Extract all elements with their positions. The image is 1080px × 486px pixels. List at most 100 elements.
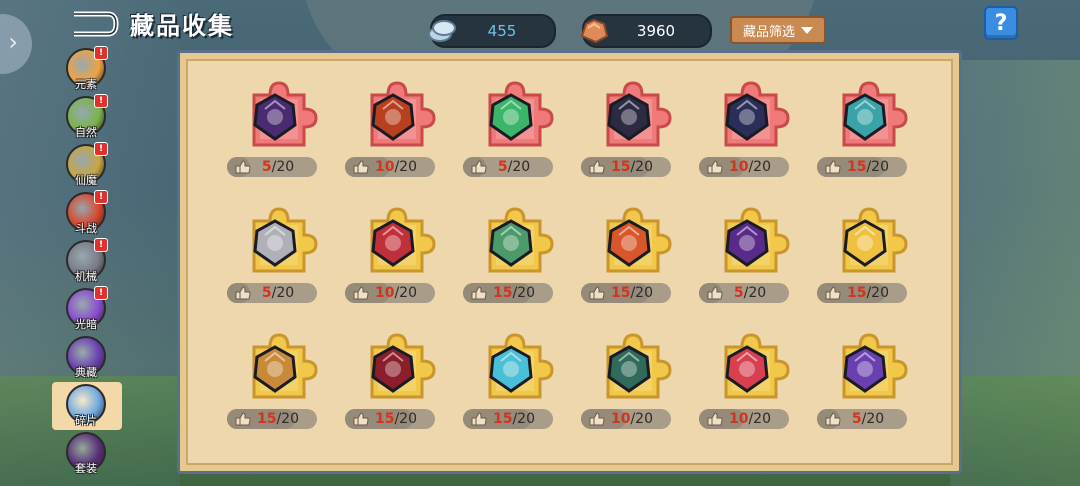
fragment-total: /20 bbox=[748, 411, 771, 427]
jade-sword-icon bbox=[485, 91, 537, 143]
currency-ore: 3960 bbox=[580, 14, 712, 48]
fragment-total: /20 bbox=[271, 285, 295, 301]
treasure-box-icon bbox=[249, 343, 301, 395]
ore-amount: 3960 bbox=[636, 22, 676, 40]
fragment-count: 10 bbox=[374, 285, 395, 301]
sun-crest-icon bbox=[839, 217, 891, 269]
fragment-count: 10 bbox=[728, 411, 749, 427]
fragment-total: /20 bbox=[866, 159, 889, 175]
collection-filter-button[interactable]: 藏品筛选 bbox=[730, 16, 826, 44]
page-title: 藏品收集 bbox=[130, 12, 234, 40]
sidebar-item-5[interactable]: 光暗! bbox=[52, 286, 122, 334]
sidebar-item-3[interactable]: 斗战! bbox=[52, 190, 122, 238]
fragment-progress-bar: 15/20 bbox=[345, 409, 435, 429]
fragment-count: 15 bbox=[610, 159, 631, 175]
fragment-count: 15 bbox=[256, 411, 277, 427]
sidebar-item-label: 典藏 bbox=[75, 366, 97, 379]
fragment-progress-bar: 10/20 bbox=[699, 409, 789, 429]
fragment-total: /20 bbox=[394, 159, 417, 175]
collection-grid: 5/20 10/20 5/20 15/20 10/20 15/20 5/20 10/20 15/… bbox=[216, 73, 926, 463]
progress-text: 5/20 bbox=[227, 159, 317, 175]
fragment-total: /20 bbox=[861, 411, 885, 427]
collection-item[interactable]: 15/20 bbox=[334, 325, 452, 451]
collection-item[interactable]: 5/20 bbox=[806, 325, 924, 451]
fragment-count: 15 bbox=[492, 411, 513, 427]
help-button[interactable]: ? bbox=[984, 6, 1018, 40]
fragment-progress-bar: 10/20 bbox=[345, 157, 435, 177]
fragment-progress-bar: 10/20 bbox=[699, 157, 789, 177]
fragment-total: /20 bbox=[276, 411, 299, 427]
dark-tome-icon bbox=[249, 91, 301, 143]
progress-text: 5/20 bbox=[463, 159, 553, 175]
compass-shield-icon bbox=[839, 91, 891, 143]
sidebar-item-6[interactable]: 典藏 bbox=[52, 334, 122, 382]
fragment-total: /20 bbox=[507, 159, 531, 175]
sidebar-item-label: 仙魔 bbox=[75, 174, 97, 187]
fire-amulet-icon bbox=[367, 91, 419, 143]
collection-item[interactable]: 10/20 bbox=[334, 73, 452, 199]
fragment-progress-bar: 5/20 bbox=[227, 157, 317, 177]
sidebar-item-label: 碎片 bbox=[75, 414, 97, 427]
fragment-total: /20 bbox=[512, 411, 535, 427]
ice-crystal-icon bbox=[485, 343, 537, 395]
collection-item[interactable]: 5/20 bbox=[216, 73, 334, 199]
fragment-progress-bar: 15/20 bbox=[463, 283, 553, 303]
beast-skull-icon bbox=[367, 217, 419, 269]
collection-item[interactable]: 10/20 bbox=[334, 199, 452, 325]
fragment-count: 15 bbox=[846, 159, 867, 175]
fragment-progress-bar: 5/20 bbox=[227, 283, 317, 303]
fragment-count: 5 bbox=[261, 159, 272, 175]
fragment-total: /20 bbox=[866, 285, 889, 301]
collection-item[interactable]: 15/20 bbox=[216, 325, 334, 451]
sidebar-item-1[interactable]: 自然! bbox=[52, 94, 122, 142]
sidebar-item-0[interactable]: 元素! bbox=[52, 46, 122, 94]
collection-item[interactable]: 15/20 bbox=[570, 199, 688, 325]
progress-text: 15/20 bbox=[817, 159, 907, 175]
fragment-total: /20 bbox=[394, 285, 417, 301]
chevron-right-icon: › bbox=[8, 28, 18, 56]
crossed-blades-icon bbox=[839, 343, 891, 395]
fragment-count: 10 bbox=[610, 411, 631, 427]
fragment-count: 15 bbox=[610, 285, 631, 301]
mech-drill-icon bbox=[721, 91, 773, 143]
collection-item[interactable]: 10/20 bbox=[688, 73, 806, 199]
fragment-count: 10 bbox=[728, 159, 749, 175]
progress-text: 15/20 bbox=[345, 411, 435, 427]
crimson-orb-icon bbox=[367, 343, 419, 395]
fragment-progress-bar: 10/20 bbox=[581, 409, 671, 429]
alert-badge: ! bbox=[94, 94, 108, 108]
sidebar-item-2[interactable]: 仙魔! bbox=[52, 142, 122, 190]
fragment-count: 5 bbox=[497, 159, 508, 175]
sidebar-item-8[interactable]: 套装 bbox=[52, 430, 122, 478]
filter-label: 藏品筛选 bbox=[742, 24, 795, 40]
alert-badge: ! bbox=[94, 142, 108, 156]
sidebar-item-7[interactable]: 碎片 bbox=[52, 382, 122, 430]
category-sidebar: 元素! 自然! 仙魔! 斗战! 机械! 光暗! 典藏 碎片 套装 bbox=[52, 46, 122, 478]
fragment-total: /20 bbox=[512, 285, 535, 301]
dragon-helm-icon bbox=[485, 217, 537, 269]
back-button[interactable] bbox=[70, 10, 120, 38]
collection-item[interactable]: 15/20 bbox=[452, 325, 570, 451]
collection-item[interactable]: 10/20 bbox=[570, 325, 688, 451]
progress-text: 5/20 bbox=[227, 285, 317, 301]
collection-item[interactable]: 10/20 bbox=[688, 325, 806, 451]
collection-item[interactable]: 15/20 bbox=[452, 199, 570, 325]
alert-badge: ! bbox=[94, 190, 108, 204]
fragment-total: /20 bbox=[748, 159, 771, 175]
fragment-progress-bar: 15/20 bbox=[227, 409, 317, 429]
fragment-progress-bar: 5/20 bbox=[699, 283, 789, 303]
fragment-progress-bar: 15/20 bbox=[817, 157, 907, 177]
sidebar-item-label: 斗战 bbox=[75, 222, 97, 235]
progress-text: 15/20 bbox=[463, 411, 553, 427]
sidebar-item-4[interactable]: 机械! bbox=[52, 238, 122, 286]
fragment-progress-bar: 15/20 bbox=[817, 283, 907, 303]
fragment-count: 15 bbox=[846, 285, 867, 301]
collection-item[interactable]: 15/20 bbox=[570, 73, 688, 199]
collection-item[interactable]: 5/20 bbox=[452, 73, 570, 199]
alert-badge: ! bbox=[94, 238, 108, 252]
collection-item[interactable]: 5/20 bbox=[216, 199, 334, 325]
collection-item[interactable]: 15/20 bbox=[806, 199, 924, 325]
collection-item[interactable]: 5/20 bbox=[688, 199, 806, 325]
collection-item[interactable]: 15/20 bbox=[806, 73, 924, 199]
collection-panel: 5/20 10/20 5/20 15/20 10/20 15/20 5/20 10/20 15/… bbox=[177, 50, 962, 474]
